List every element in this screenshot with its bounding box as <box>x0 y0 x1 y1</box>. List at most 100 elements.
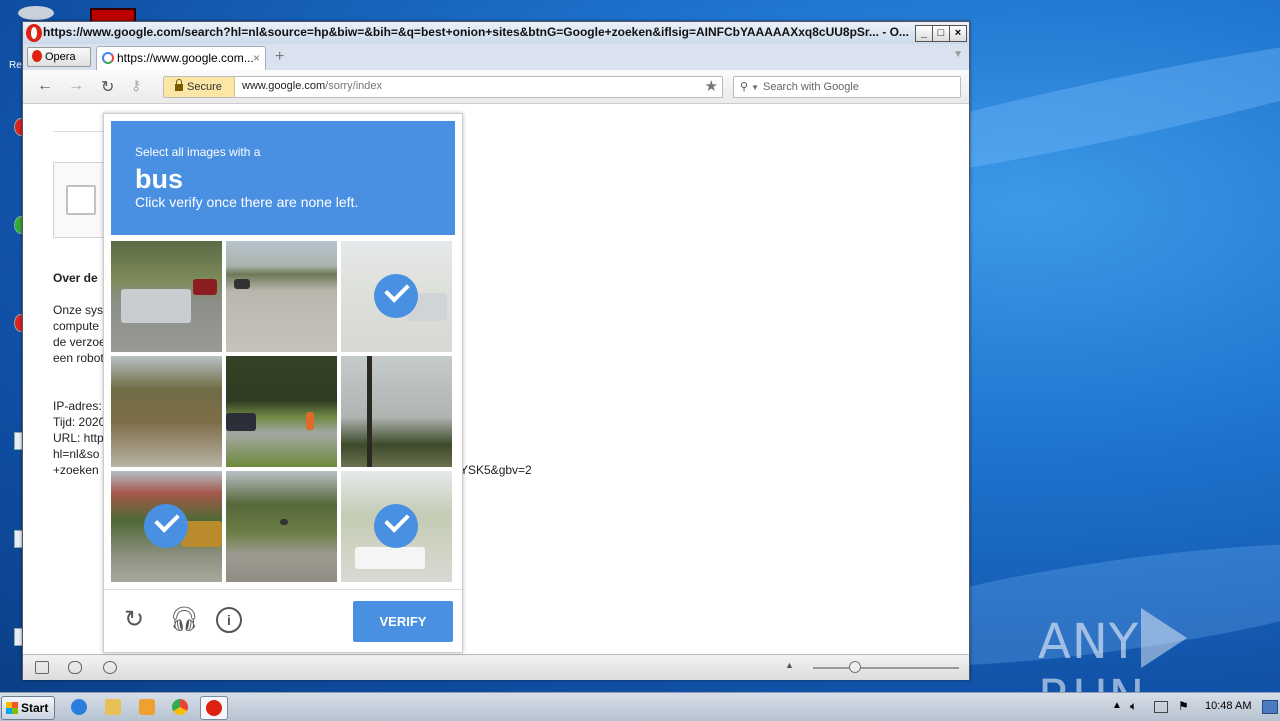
internet-explorer-icon <box>71 699 87 715</box>
challenge-target: bus <box>135 164 184 194</box>
suv-image <box>121 289 191 323</box>
start-label: Start <box>21 701 49 715</box>
secure-label: Secure <box>187 81 222 93</box>
page-heading: Over de <box>53 271 98 285</box>
secure-badge[interactable]: Secure <box>164 77 235 97</box>
url-line: +zoeken <box>53 463 99 477</box>
verify-button[interactable]: VERIFY <box>353 601 453 642</box>
captcha-tile[interactable] <box>111 241 222 352</box>
opera-menu-label: Opera <box>45 51 76 63</box>
car-image <box>193 279 217 295</box>
captcha-tile[interactable] <box>341 241 452 352</box>
volume-icon[interactable]: 🔈︎ <box>1130 699 1137 714</box>
anyrun-watermark: ANYRUN <box>1038 608 1280 692</box>
lock-icon <box>175 79 183 91</box>
challenge-footer: ↻ 🎧︎ i VERIFY <box>104 589 462 653</box>
taskbar: Start ▲ 🔈︎ ⚑ 10:48 AM <box>0 692 1280 721</box>
url-line: URL: http <box>53 431 104 445</box>
search-icon: ⚲ <box>740 81 749 93</box>
car-image <box>280 519 288 525</box>
action-center-flag-icon[interactable]: ⚑ <box>1178 699 1189 713</box>
page-para-line: Onze sys <box>53 303 104 317</box>
folder-icon <box>105 699 121 715</box>
checkmark-icon <box>374 504 418 548</box>
windows-logo-icon <box>6 702 18 714</box>
show-hidden-icons-icon[interactable]: ▲ <box>1112 700 1122 711</box>
tab-google[interactable]: https://www.google.com... × <box>96 46 266 71</box>
page-para-line: de verzoe <box>53 335 106 349</box>
opera-logo-icon <box>32 50 42 62</box>
maximize-button[interactable]: □ <box>932 25 950 42</box>
captcha-tile[interactable] <box>226 241 337 352</box>
tab-bar: Opera https://www.google.com... × + ▼ <box>23 44 969 71</box>
bookmark-star-icon[interactable]: ★ <box>705 77 718 95</box>
page-para-line: compute <box>53 319 100 333</box>
address-bar[interactable]: Secure www.google.com/sorry/index ★ <box>163 76 723 98</box>
toolbar: ← → ↻ ⚷ Secure www.google.com/sorry/inde… <box>23 70 969 104</box>
url-line: hl=nl&so <box>53 447 100 461</box>
show-desktop-button[interactable] <box>1262 700 1278 714</box>
close-button[interactable]: × <box>949 25 967 42</box>
key-icon[interactable]: ⚷ <box>131 77 141 94</box>
captcha-tile[interactable] <box>111 356 222 467</box>
search-engine-dropdown-icon[interactable]: ▼ <box>751 83 759 92</box>
new-tab-button[interactable]: + <box>275 48 284 66</box>
opera-menu-button[interactable]: Opera <box>27 47 91 67</box>
back-arrow-icon[interactable]: ← <box>37 77 53 95</box>
captcha-tile[interactable] <box>111 471 222 582</box>
captcha-tile[interactable] <box>341 356 452 467</box>
taskbar-chrome[interactable] <box>167 696 193 718</box>
clock[interactable]: 10:48 AM <box>1205 700 1251 712</box>
show-images-icon[interactable]: ▲ <box>785 660 794 670</box>
tab-dropdown-icon[interactable]: ▼ <box>953 49 963 60</box>
panel-toggle-icon[interactable] <box>35 661 49 674</box>
chrome-icon <box>172 699 188 715</box>
reload-challenge-icon[interactable]: ↻ <box>121 607 147 633</box>
taskbar-explorer[interactable] <box>100 696 126 718</box>
url-path: /sorry/index <box>325 80 383 92</box>
car-image <box>226 413 256 431</box>
zoom-slider-track[interactable] <box>813 667 959 669</box>
zoom-slider-handle[interactable] <box>849 661 861 673</box>
taskbar-media-player[interactable] <box>134 696 160 718</box>
tab-label: https://www.google.com... <box>117 51 254 65</box>
checkmark-icon <box>374 274 418 318</box>
media-player-icon <box>139 699 155 715</box>
minimize-button[interactable]: _ <box>915 25 933 42</box>
google-favicon-icon <box>102 52 114 64</box>
title-bar: https://www.google.com/search?hl=nl&sour… <box>23 22 969 44</box>
search-field[interactable]: ⚲ ▼ Search with Google <box>733 76 961 98</box>
cloud-sync-icon[interactable] <box>68 661 82 674</box>
url-tail: YSK5&gbv=2 <box>460 463 532 477</box>
url-text[interactable]: www.google.com/sorry/index <box>242 80 382 92</box>
captcha-tile[interactable] <box>341 471 452 582</box>
search-placeholder: Search with Google <box>762 81 859 93</box>
recaptcha-checkbox[interactable] <box>66 185 96 215</box>
checkmark-icon <box>144 504 188 548</box>
reload-icon[interactable]: ↻ <box>101 77 114 97</box>
recycle-bin-icon[interactable] <box>18 6 54 20</box>
car-image <box>234 279 250 289</box>
url-host: www.google.com <box>242 80 326 92</box>
taskbar-ie[interactable] <box>66 696 92 718</box>
captcha-tile[interactable] <box>226 356 337 467</box>
challenge-header: Select all images with a bus Click verif… <box>111 121 455 235</box>
status-bar: ▲ <box>23 654 969 680</box>
challenge-hint: Click verify once there are none left. <box>135 194 359 210</box>
audio-challenge-icon[interactable]: 🎧︎ <box>169 607 199 633</box>
captcha-tile[interactable] <box>226 471 337 582</box>
recaptcha-challenge: Select all images with a bus Click verif… <box>103 113 463 653</box>
speed-dial-icon[interactable] <box>103 661 117 674</box>
network-icon[interactable] <box>1154 701 1168 713</box>
time-line: Tijd: 2020 <box>53 415 106 429</box>
opera-icon <box>206 700 222 716</box>
tab-close-icon[interactable]: × <box>253 47 260 69</box>
page-para-line: een robot <box>53 351 104 365</box>
ip-address-line: IP-adres: <box>53 399 102 413</box>
system-tray: ▲ 🔈︎ ⚑ <box>1104 693 1280 721</box>
taskbar-opera[interactable] <box>200 696 228 720</box>
start-button[interactable]: Start <box>1 696 55 720</box>
traffic-cone-image <box>306 412 314 430</box>
forward-arrow-icon[interactable]: → <box>68 77 84 95</box>
info-icon[interactable]: i <box>216 607 242 633</box>
